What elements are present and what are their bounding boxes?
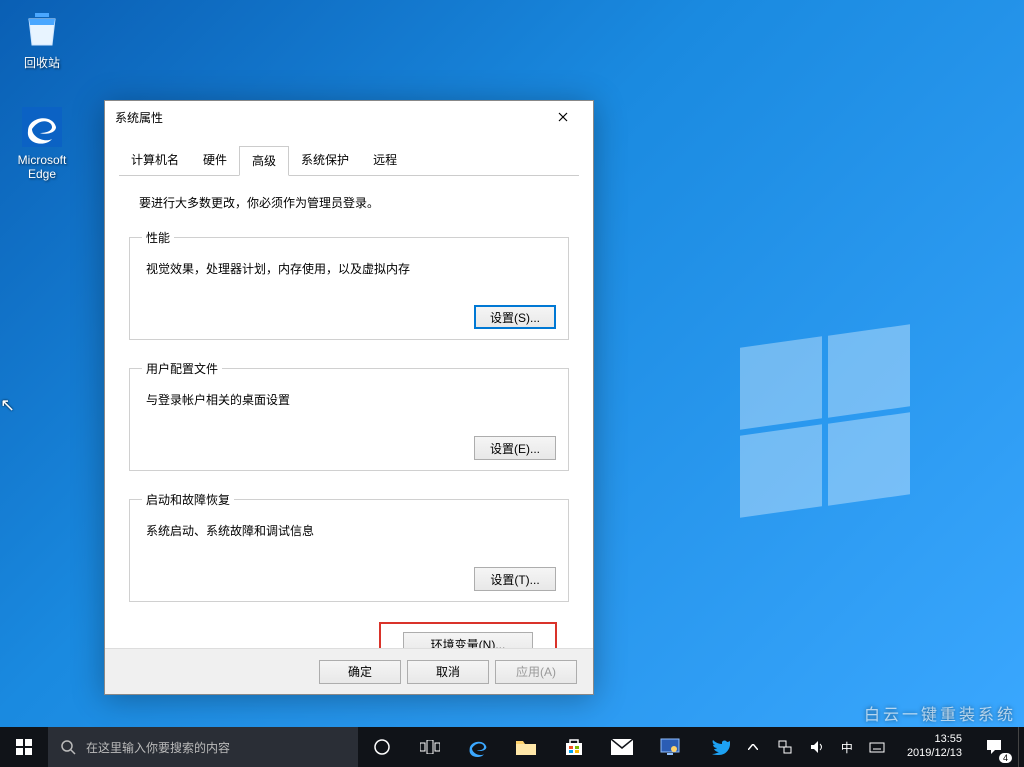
dialog-title: 系统属性 — [115, 109, 163, 126]
cancel-button[interactable]: 取消 — [407, 660, 489, 684]
desktop-icon-edge[interactable]: Microsoft Edge — [4, 105, 80, 181]
ime-indicator[interactable]: 中 — [835, 739, 859, 756]
cortana-button[interactable] — [358, 727, 406, 767]
cursor-icon: ↖ — [0, 395, 15, 416]
tray-ime-mode[interactable] — [863, 727, 891, 767]
taskbar-app-edge[interactable] — [454, 727, 502, 767]
chevron-up-icon — [748, 744, 758, 750]
tray-volume[interactable] — [803, 727, 831, 767]
action-center-button[interactable]: 4 — [970, 727, 1018, 767]
tab-system-protection[interactable]: 系统保护 — [289, 146, 361, 176]
dialog-titlebar[interactable]: 系统属性 — [105, 101, 593, 133]
group-performance-legend: 性能 — [142, 229, 174, 246]
group-user-profiles-legend: 用户配置文件 — [142, 360, 222, 377]
network-icon — [777, 739, 793, 755]
group-startup-legend: 启动和故障恢复 — [142, 491, 234, 508]
tray-chevron-up[interactable] — [739, 727, 767, 767]
monitor-settings-icon — [659, 736, 681, 758]
twitter-icon — [712, 739, 730, 755]
desktop-icon-label: Microsoft Edge — [4, 153, 80, 181]
desktop-icon-recycle-bin[interactable]: 回收站 — [4, 6, 80, 71]
tab-hardware[interactable]: 硬件 — [191, 146, 239, 176]
apply-button[interactable]: 应用(A) — [495, 660, 577, 684]
edge-icon — [466, 735, 490, 759]
clock-date: 2019/12/13 — [907, 747, 962, 761]
volume-icon — [809, 739, 825, 755]
taskbar-app-store[interactable] — [550, 727, 598, 767]
group-user-profiles-desc: 与登录帐户相关的桌面设置 — [146, 391, 556, 408]
edge-icon — [20, 105, 64, 149]
show-desktop-button[interactable] — [1018, 727, 1024, 767]
task-view-button[interactable] — [406, 727, 454, 767]
watermark-text: 白云一键重装系统 — [864, 701, 1016, 725]
system-properties-dialog: 系统属性 计算机名 硬件 高级 系统保护 远程 要进行大多数更改，你必须作为管理… — [104, 100, 594, 695]
tab-computer-name[interactable]: 计算机名 — [119, 146, 191, 176]
task-view-icon — [420, 740, 440, 754]
system-tray: 中 — [699, 727, 899, 767]
start-button[interactable] — [0, 727, 48, 767]
dialog-footer: 确定 取消 应用(A) — [105, 648, 593, 694]
windows-start-icon — [16, 739, 32, 755]
taskbar-clock[interactable]: 13:55 2019/12/13 — [899, 733, 970, 761]
tab-bar: 计算机名 硬件 高级 系统保护 远程 — [119, 145, 579, 176]
store-icon — [564, 737, 584, 757]
close-button[interactable] — [543, 103, 583, 131]
taskbar-search[interactable]: 在这里输入你要搜索的内容 — [48, 727, 358, 767]
keyboard-icon — [869, 739, 885, 755]
tray-network[interactable] — [771, 727, 799, 767]
cortana-icon — [373, 738, 391, 756]
tab-remote[interactable]: 远程 — [361, 146, 409, 176]
performance-settings-button[interactable]: 设置(S)... — [474, 305, 556, 329]
user-profiles-settings-button[interactable]: 设置(E)... — [474, 436, 556, 460]
group-performance-desc: 视觉效果，处理器计划，内存使用，以及虚拟内存 — [146, 260, 556, 277]
tab-advanced[interactable]: 高级 — [239, 146, 289, 176]
recycle-bin-icon — [20, 6, 64, 50]
group-user-profiles: 用户配置文件 与登录帐户相关的桌面设置 设置(E)... — [129, 360, 569, 471]
taskbar-app-explorer[interactable] — [502, 727, 550, 767]
notification-badge: 4 — [999, 753, 1012, 763]
close-icon — [558, 112, 568, 122]
admin-note: 要进行大多数更改，你必须作为管理员登录。 — [139, 194, 569, 211]
startup-settings-button[interactable]: 设置(T)... — [474, 567, 556, 591]
group-performance: 性能 视觉效果，处理器计划，内存使用，以及虚拟内存 设置(S)... — [129, 229, 569, 340]
desktop-icon-label: 回收站 — [4, 54, 80, 71]
ok-button[interactable]: 确定 — [319, 660, 401, 684]
group-startup: 启动和故障恢复 系统启动、系统故障和调试信息 设置(T)... — [129, 491, 569, 602]
taskbar-app-settings[interactable] — [646, 727, 694, 767]
mail-icon — [611, 739, 633, 755]
taskbar-app-mail[interactable] — [598, 727, 646, 767]
group-startup-desc: 系统启动、系统故障和调试信息 — [146, 522, 556, 539]
windows-logo-wallpaper — [740, 330, 920, 510]
search-placeholder: 在这里输入你要搜索的内容 — [86, 739, 230, 756]
taskbar: 在这里输入你要搜索的内容 中 — [0, 727, 1024, 767]
clock-time: 13:55 — [907, 733, 962, 747]
search-icon — [60, 739, 76, 755]
folder-icon — [515, 738, 537, 756]
tray-twitter[interactable] — [707, 727, 735, 767]
